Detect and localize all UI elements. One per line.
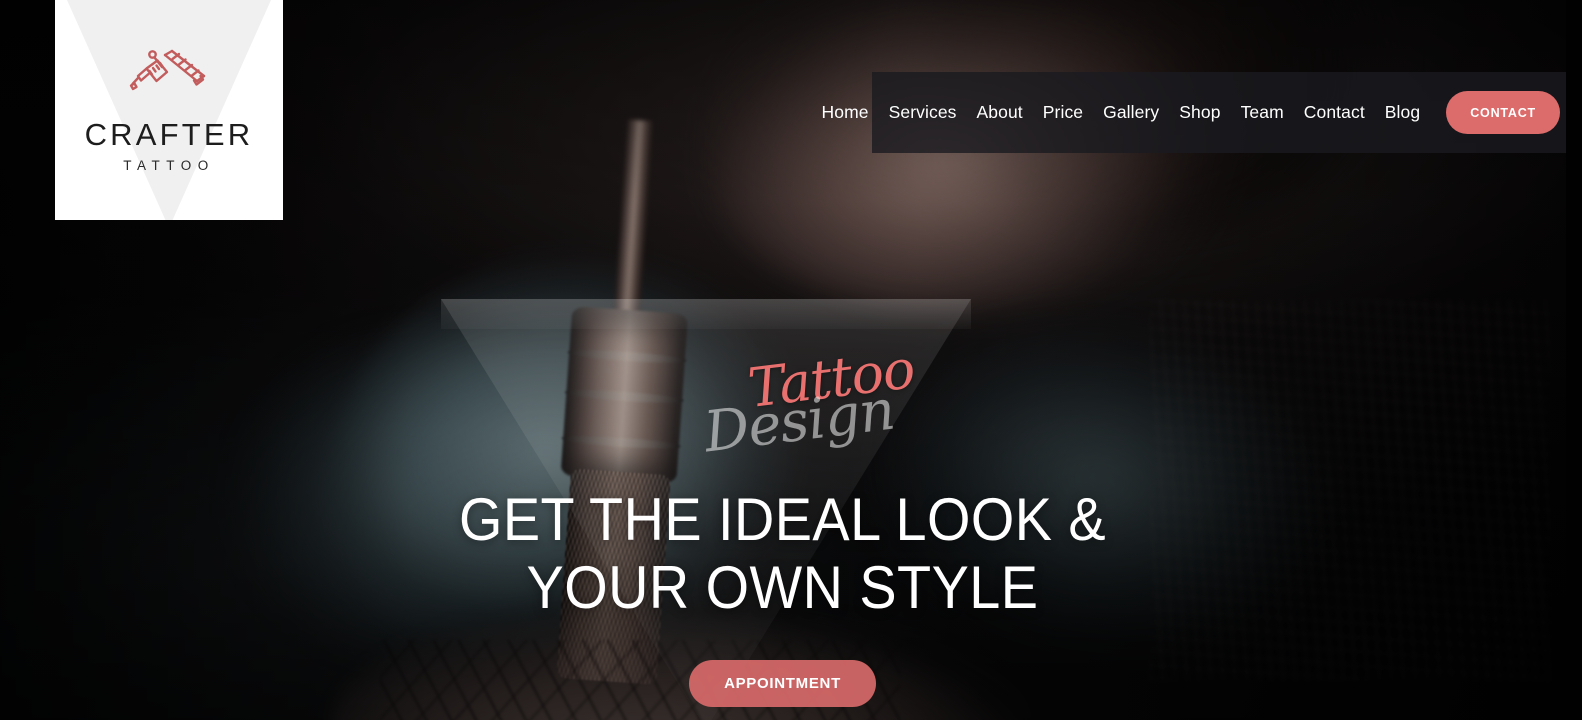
nav-link-home[interactable]: Home: [812, 96, 879, 129]
appointment-button[interactable]: APPOINTMENT: [689, 660, 876, 707]
nav-link-about[interactable]: About: [967, 96, 1033, 129]
nav-link-blog[interactable]: Blog: [1375, 96, 1430, 129]
nav-link-gallery[interactable]: Gallery: [1093, 96, 1169, 129]
nav-item-home[interactable]: Home: [812, 96, 879, 129]
nav-item-about[interactable]: About: [967, 96, 1033, 129]
nav-item-shop[interactable]: Shop: [1169, 96, 1230, 129]
main-navigation: Home Services About Price Gallery Shop T…: [822, 72, 1582, 153]
nav-item-price[interactable]: Price: [1033, 96, 1093, 129]
right-edge-strip: [1566, 0, 1582, 720]
nav-link-team[interactable]: Team: [1231, 96, 1294, 129]
nav-link-shop[interactable]: Shop: [1169, 96, 1230, 129]
nav-link-contact[interactable]: Contact: [1294, 96, 1375, 129]
contact-cta-button[interactable]: CONTACT: [1446, 91, 1560, 134]
nav-item-services[interactable]: Services: [879, 96, 967, 129]
nav-item-blog[interactable]: Blog: [1375, 96, 1430, 129]
nav-link-price[interactable]: Price: [1033, 96, 1093, 129]
hero-cta-wrap: APPOINTMENT: [0, 660, 1565, 707]
nav-link-services[interactable]: Services: [879, 96, 967, 129]
hero-page: CRAFTER TATTOO Home Services About Price…: [0, 0, 1582, 720]
tattoo-machine-icon: [129, 50, 206, 91]
site-logo[interactable]: CRAFTER TATTOO: [55, 0, 283, 220]
logo-title: CRAFTER: [84, 117, 254, 153]
logo-content: CRAFTER TATTOO: [85, 47, 254, 173]
nav-item-team[interactable]: Team: [1231, 96, 1294, 129]
nav-item-gallery[interactable]: Gallery: [1093, 96, 1169, 129]
nav-item-contact[interactable]: Contact: [1294, 96, 1375, 129]
logo-subtitle: TATTOO: [123, 158, 215, 174]
nav-list: Home Services About Price Gallery Shop T…: [812, 96, 1431, 129]
